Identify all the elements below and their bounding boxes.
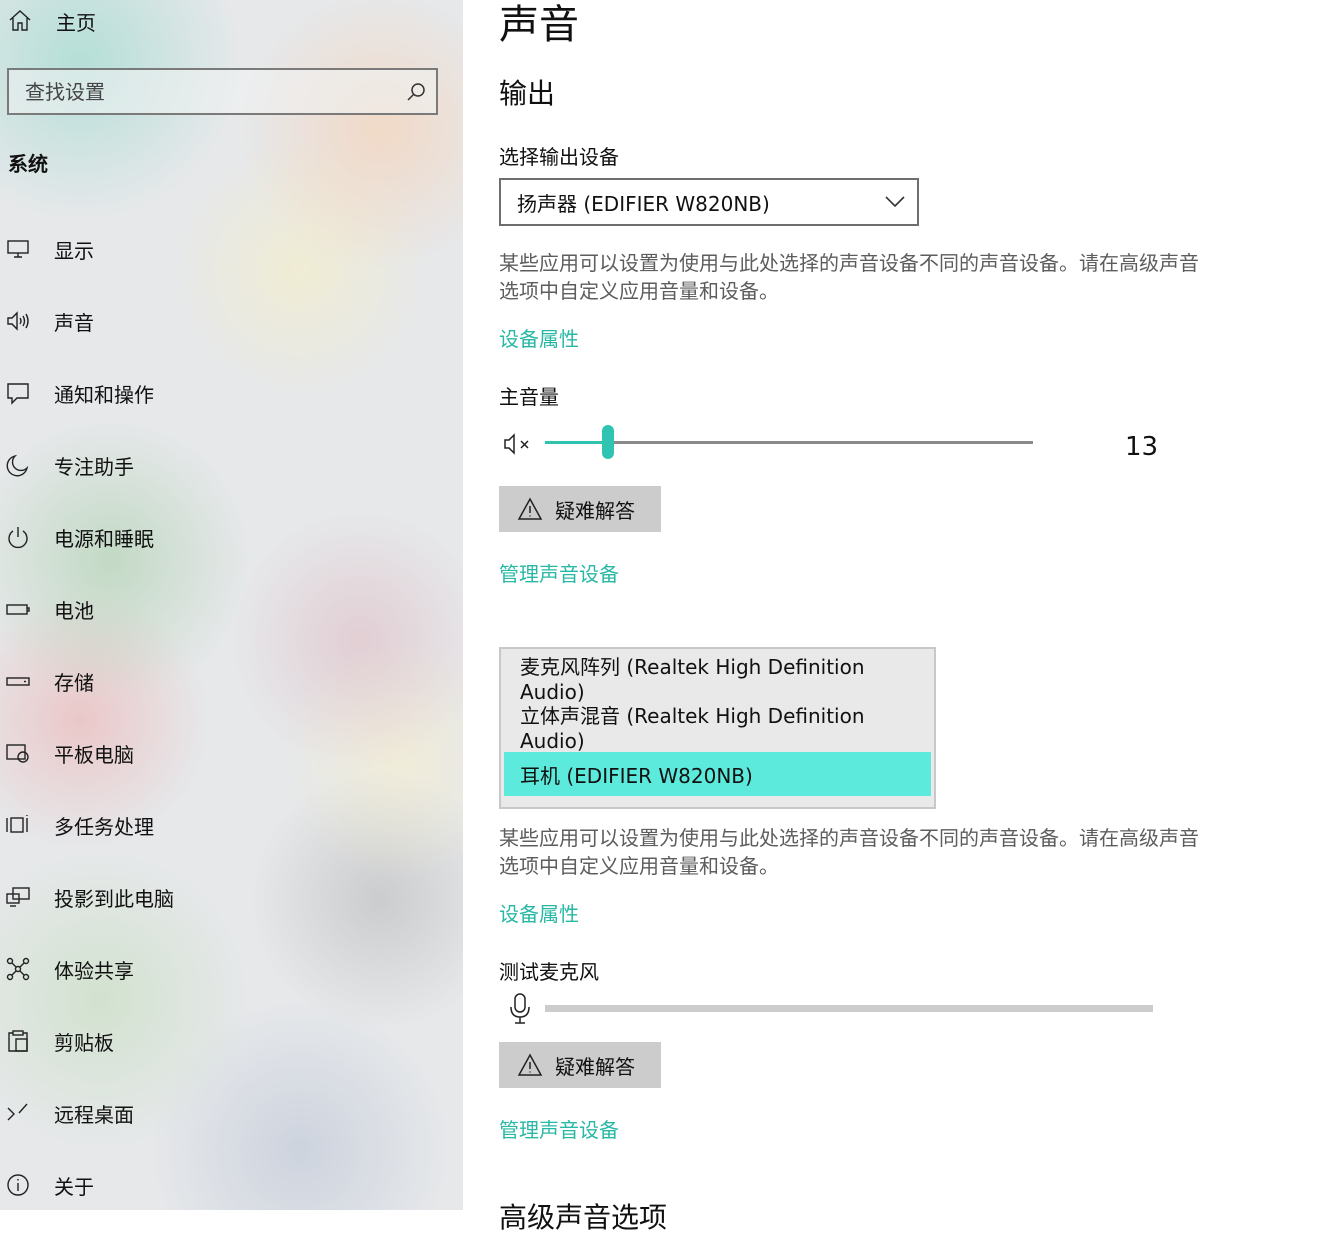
share-icon: [4, 955, 32, 983]
sidebar-item-notifications[interactable]: 通知和操作: [4, 373, 154, 413]
sidebar-item-about[interactable]: 关于: [4, 1165, 94, 1205]
search-icon[interactable]: [396, 81, 436, 103]
volume-value: 13: [1125, 432, 1159, 462]
output-device-value: 扬声器 (EDIFIER W820NB): [517, 191, 770, 216]
input-device-dropdown[interactable]: 麦克风阵列 (Realtek High Definition Audio) 立体…: [499, 647, 936, 809]
input-manage-devices-link[interactable]: 管理声音设备: [499, 1114, 619, 1143]
search-box[interactable]: [7, 68, 438, 115]
sidebar-item-label: 投影到此电脑: [54, 886, 174, 911]
sidebar-item-focus-assist[interactable]: 专注助手: [4, 445, 134, 485]
output-device-properties-link[interactable]: 设备属性: [499, 323, 579, 352]
dropdown-option[interactable]: 立体声混音 (Realtek High Definition Audio): [504, 702, 931, 753]
volume-slider-thumb[interactable]: [602, 425, 614, 459]
sidebar-item-label: 声音: [54, 310, 94, 335]
output-device-select[interactable]: 扬声器 (EDIFIER W820NB): [499, 178, 919, 226]
sidebar-item-label: 专注助手: [54, 454, 134, 479]
volume-slider[interactable]: [545, 425, 1033, 459]
sidebar-item-label: 平板电脑: [54, 742, 134, 767]
output-description: 某些应用可以设置为使用与此处选择的声音设备不同的声音设备。请在高级声音选项中自定…: [499, 251, 1199, 303]
sidebar-item-label: 远程桌面: [54, 1102, 134, 1127]
microphone-icon: [507, 992, 533, 1026]
chevron-down-icon: [873, 196, 917, 208]
output-manage-devices-link[interactable]: 管理声音设备: [499, 558, 619, 587]
volume-slider-fill: [545, 441, 608, 444]
moon-icon: [4, 451, 32, 479]
advanced-sound-heading: 高级声音选项: [499, 1201, 668, 1234]
project-icon: [4, 883, 32, 911]
sidebar-item-storage[interactable]: 存储: [4, 661, 94, 701]
sidebar-item-sound[interactable]: 声音: [4, 301, 94, 341]
output-heading: 输出: [499, 77, 556, 110]
sidebar-item-label: 体验共享: [54, 958, 134, 983]
input-description: 某些应用可以设置为使用与此处选择的声音设备不同的声音设备。请在高级声音选项中自定…: [499, 826, 1199, 878]
sidebar-item-label: 显示: [54, 238, 94, 263]
master-volume-label: 主音量: [499, 385, 559, 409]
sidebar-item-display[interactable]: 显示: [4, 229, 94, 269]
sidebar-item-label: 电池: [54, 598, 94, 623]
sidebar-item-battery[interactable]: 电池: [4, 589, 94, 629]
sidebar-item-label: 剪贴板: [54, 1030, 114, 1055]
main-content: 声音 输出 选择输出设备 扬声器 (EDIFIER W820NB) 某些应用可以…: [463, 0, 1331, 1234]
mute-icon[interactable]: [503, 430, 535, 458]
search-input[interactable]: [25, 79, 396, 104]
input-device-properties-link[interactable]: 设备属性: [499, 898, 579, 927]
troubleshoot-label: 疑难解答: [555, 498, 635, 523]
battery-icon: [4, 595, 32, 623]
storage-icon: [4, 667, 32, 695]
sidebar-item-clipboard[interactable]: 剪贴板: [4, 1021, 114, 1061]
speaker-icon: [4, 307, 32, 335]
dropdown-option-selected[interactable]: 耳机 (EDIFIER W820NB): [504, 752, 931, 796]
output-troubleshoot-button[interactable]: 疑难解答: [499, 486, 661, 532]
output-select-label: 选择输出设备: [499, 145, 619, 169]
page-title: 声音: [499, 2, 579, 48]
section-heading-system: 系统: [8, 152, 48, 176]
remote-desktop-icon: [4, 1099, 32, 1127]
multitask-icon: [4, 811, 32, 839]
troubleshoot-label: 疑难解答: [555, 1054, 635, 1079]
info-icon: [4, 1171, 32, 1199]
sidebar-item-shared-experiences[interactable]: 体验共享: [4, 949, 134, 989]
monitor-icon: [4, 235, 32, 263]
warning-icon: [517, 497, 543, 521]
sidebar-item-label: 电源和睡眠: [54, 526, 154, 551]
sidebar-item-project[interactable]: 投影到此电脑: [4, 877, 174, 917]
clipboard-icon: [4, 1027, 32, 1055]
sidebar-item-multitasking[interactable]: 多任务处理: [4, 805, 154, 845]
home-icon: [6, 7, 34, 35]
sidebar-item-label: 通知和操作: [54, 382, 154, 407]
input-troubleshoot-button[interactable]: 疑难解答: [499, 1042, 661, 1088]
test-mic-label: 测试麦克风: [499, 960, 599, 984]
sidebar: 主页 系统 显示 声音 通知和操作 专注助手 电源和睡眠 电池 存储 平板电脑: [0, 0, 463, 1210]
sidebar-item-label: 存储: [54, 670, 94, 695]
warning-icon: [517, 1053, 543, 1077]
sidebar-item-power-sleep[interactable]: 电源和睡眠: [4, 517, 154, 557]
tablet-icon: [4, 739, 32, 767]
home-label: 主页: [56, 10, 96, 35]
dropdown-option[interactable]: 麦克风阵列 (Realtek High Definition Audio): [504, 653, 931, 704]
sidebar-item-label: 关于: [54, 1174, 94, 1199]
mic-level-meter: [545, 1005, 1153, 1012]
sidebar-item-tablet[interactable]: 平板电脑: [4, 733, 134, 773]
sidebar-item-label: 多任务处理: [54, 814, 154, 839]
home-nav-item[interactable]: 主页: [6, 4, 96, 38]
power-icon: [4, 523, 32, 551]
notification-icon: [4, 379, 32, 407]
sidebar-item-remote-desktop[interactable]: 远程桌面: [4, 1093, 134, 1133]
